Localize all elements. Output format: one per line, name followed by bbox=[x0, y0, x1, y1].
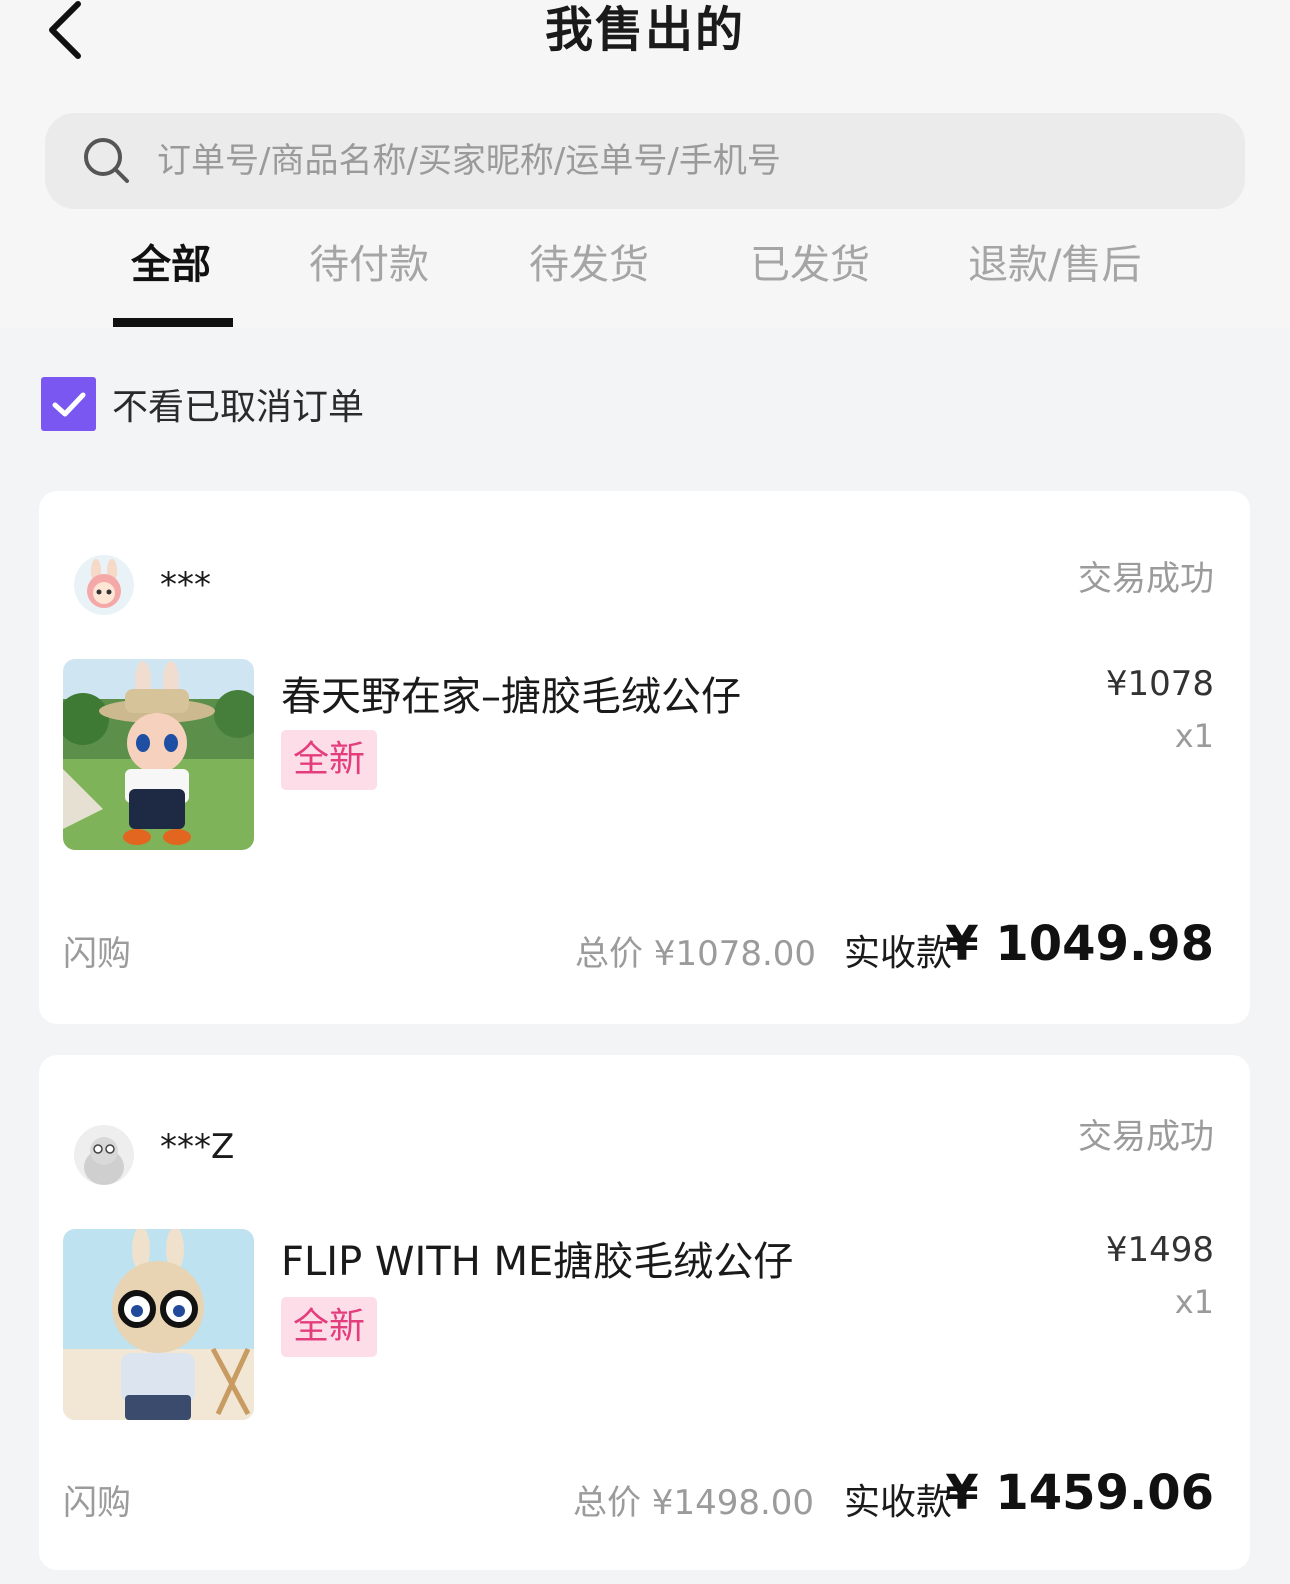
quantity: x1 bbox=[1174, 1283, 1214, 1321]
order-status: 交易成功 bbox=[1078, 559, 1214, 599]
search-bar[interactable] bbox=[45, 113, 1245, 209]
checkmark-icon bbox=[52, 392, 85, 417]
order-status: 交易成功 bbox=[1078, 1117, 1214, 1157]
quantity: x1 bbox=[1174, 717, 1214, 755]
buyer-name: ***Z bbox=[160, 1127, 235, 1167]
received-label: 实收款 bbox=[844, 1482, 953, 1523]
received-label: 实收款 bbox=[844, 933, 953, 974]
search-input[interactable] bbox=[157, 127, 1217, 195]
tab-shipped[interactable]: 已发货 bbox=[750, 230, 870, 328]
total-price: 总价 ¥1078.00 bbox=[575, 934, 817, 974]
total-price: 总价 ¥1498.00 bbox=[573, 1483, 815, 1523]
product-name[interactable]: 春天野在家–搪胶毛绒公仔 bbox=[281, 664, 741, 722]
hide-cancelled-filter[interactable]: 不看已取消订单 bbox=[41, 377, 364, 431]
order-card[interactable]: *** 交易成功 春天野在家–搪胶毛绒公仔 全新 ¥1078 x1 闪购 总价 … bbox=[39, 491, 1250, 1024]
condition-badge: 全新 bbox=[281, 730, 378, 790]
tab-refund-aftersale[interactable]: 退款/售后 bbox=[968, 230, 1141, 328]
header-area: 我售出的 全部 待付款 待发货 已发货 退款/售后 bbox=[0, 0, 1290, 328]
active-tab-indicator bbox=[113, 318, 233, 327]
unit-price: ¥1498 bbox=[1105, 1230, 1214, 1270]
unit-price: ¥1078 bbox=[1105, 664, 1214, 704]
received-amount: ¥ 1049.98 bbox=[945, 916, 1214, 972]
buyer-name: *** bbox=[160, 565, 211, 605]
hide-cancelled-label: 不看已取消订单 bbox=[112, 387, 365, 428]
hide-cancelled-checkbox[interactable] bbox=[41, 377, 96, 431]
page-title: 我售出的 bbox=[544, 2, 745, 58]
search-icon bbox=[84, 138, 129, 183]
condition-badge: 全新 bbox=[281, 1297, 378, 1357]
sales-channel: 闪购 bbox=[63, 934, 131, 974]
received-amount: ¥ 1459.06 bbox=[945, 1465, 1214, 1521]
tab-all[interactable]: 全部 bbox=[131, 230, 211, 328]
product-image[interactable] bbox=[63, 1229, 254, 1420]
order-card[interactable]: ***Z 交易成功 FLIP WITH ME搪胶毛绒公仔 全新 ¥1498 x1… bbox=[39, 1055, 1250, 1570]
nav-bar: 我售出的 bbox=[0, 0, 1290, 100]
tab-pending-payment[interactable]: 待付款 bbox=[309, 230, 429, 328]
sales-channel: 闪购 bbox=[63, 1483, 131, 1523]
product-name[interactable]: FLIP WITH ME搪胶毛绒公仔 bbox=[281, 1229, 793, 1287]
tab-bar: 全部 待付款 待发货 已发货 退款/售后 bbox=[0, 230, 1290, 328]
buyer-avatar bbox=[74, 555, 134, 615]
buyer-avatar bbox=[74, 1125, 134, 1185]
tab-pending-shipment[interactable]: 待发货 bbox=[529, 230, 649, 328]
product-image[interactable] bbox=[63, 659, 254, 850]
